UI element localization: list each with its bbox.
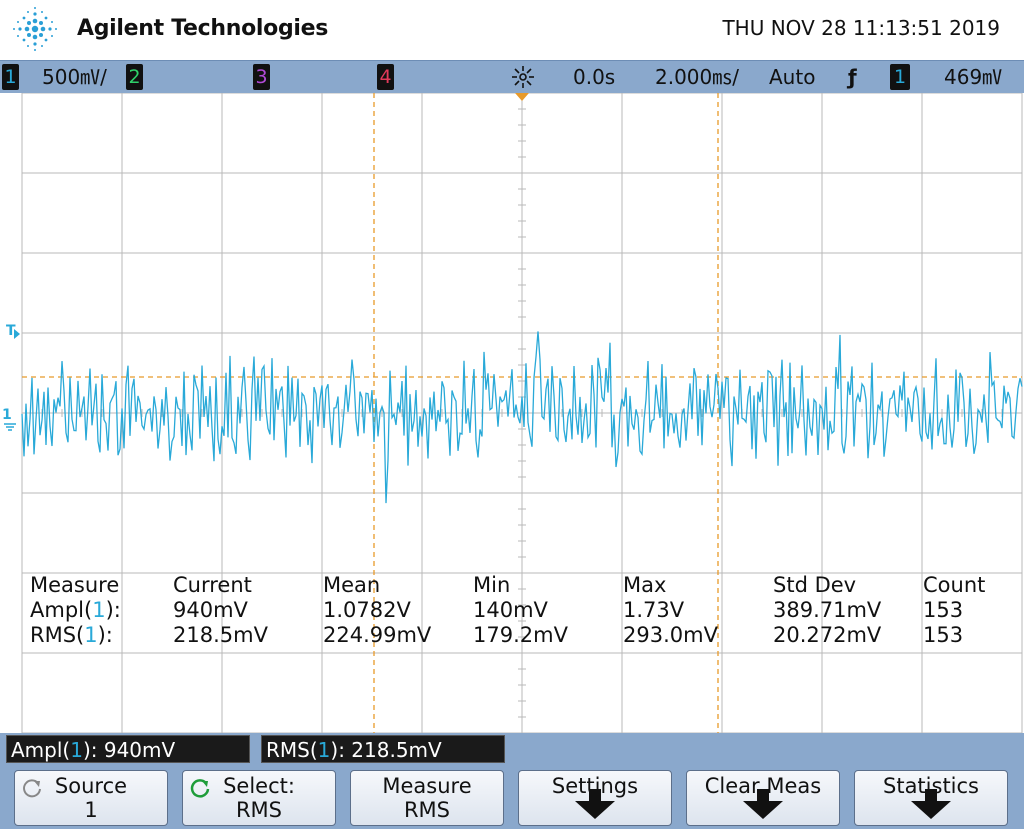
- horizontal-delay[interactable]: 0.0s: [573, 64, 615, 90]
- meas-ampl-current: 940mV: [173, 598, 248, 622]
- down-arrow-icon: [911, 789, 951, 819]
- meas-rms-current: 218.5mV: [173, 623, 268, 647]
- measure-softkey[interactable]: Measure RMS: [350, 770, 504, 826]
- trigger-level-arrow-icon: [14, 329, 20, 339]
- trigger-slope-icon: ƒ: [848, 65, 857, 89]
- select-softkey-label: Select:: [223, 774, 295, 798]
- channel-1-badge[interactable]: 1: [2, 64, 19, 90]
- settings-softkey[interactable]: Settings: [518, 770, 672, 826]
- source-softkey-value: 1: [84, 798, 98, 822]
- trigger-level[interactable]: 469㎷: [944, 64, 1002, 90]
- timebase-scale[interactable]: 2.000㎳/: [655, 64, 739, 90]
- select-softkey[interactable]: Select: RMS: [182, 770, 336, 826]
- measure-softkey-value: RMS: [403, 798, 451, 822]
- meas-header-current: Current: [173, 573, 252, 597]
- down-arrow-icon: [575, 789, 615, 819]
- channel-1-ground-marker: 1: [2, 407, 12, 423]
- meas-header-mean: Mean: [323, 573, 381, 597]
- source-softkey-label: Source: [54, 774, 128, 798]
- status-bar: 1 500㎷/ 2 3 4 0.0s 2.000㎳/ Auto ƒ 1 469㎷: [0, 60, 1024, 94]
- meas-rms-std-dev: 20.272mV: [773, 623, 882, 647]
- meas-header-measure: Measure: [30, 573, 120, 597]
- meas-rms-min: 179.2mV: [473, 623, 568, 647]
- meas-rms-mean: 224.99mV: [323, 623, 432, 647]
- horizontal-delay-icon: [512, 66, 534, 88]
- level-markers: T1: [2, 323, 20, 431]
- meas-rms-count: 153: [923, 623, 964, 647]
- agilent-spark-logo-icon: [13, 7, 57, 51]
- statistics-softkey[interactable]: Statistics: [854, 770, 1008, 826]
- meas-header-max: Max: [623, 573, 667, 597]
- meas-header-min: Min: [473, 573, 511, 597]
- brand-name: Agilent Technologies: [77, 16, 329, 41]
- down-arrow-icon: [743, 789, 783, 819]
- source-softkey[interactable]: Source 1: [14, 770, 168, 826]
- trigger-source-badge[interactable]: 1: [890, 64, 910, 90]
- trigger-mode[interactable]: Auto: [769, 64, 815, 90]
- meas-ampl-std-dev: 389.71mV: [773, 598, 882, 622]
- softkey-bar: Source 1 Select: RMS Measure RMS Setting…: [0, 765, 1024, 829]
- meas-row-ampl-label: Ampl(1):: [30, 598, 121, 622]
- clear-meas-softkey[interactable]: Clear Meas: [686, 770, 840, 826]
- meas-ampl-max: 1.73V: [623, 598, 685, 622]
- header-bar: Agilent Technologies THU NOV 28 11:13:51…: [0, 0, 1024, 60]
- readout-ampl[interactable]: Ampl(1): 940mV: [6, 735, 250, 763]
- meas-header-count: Count: [923, 573, 986, 597]
- meas-rms-max: 293.0mV: [623, 623, 718, 647]
- meas-ampl-count: 153: [923, 598, 964, 622]
- channel-3-badge[interactable]: 3: [253, 64, 270, 90]
- channel-1-scale[interactable]: 500㎷/: [42, 64, 107, 90]
- meas-header-std-dev: Std Dev: [773, 573, 857, 597]
- readout-rms[interactable]: RMS(1): 218.5mV: [261, 735, 505, 763]
- date-time: THU NOV 28 11:13:51 2019: [722, 16, 1000, 40]
- measure-softkey-label: Measure: [382, 774, 472, 798]
- measurement-readout-bar: Ampl(1): 940mV RMS(1): 218.5mV: [0, 733, 1024, 765]
- meas-row-rms-label: RMS(1):: [30, 623, 113, 647]
- trigger-position-icon: [515, 93, 529, 101]
- channel-2-badge[interactable]: 2: [126, 64, 143, 90]
- meas-ampl-min: 140mV: [473, 598, 548, 622]
- select-softkey-value: RMS: [235, 798, 283, 822]
- waveform-display[interactable]: T1 Measure Current Mean Min Max Std Dev …: [0, 93, 1024, 733]
- meas-ampl-mean: 1.0782V: [323, 598, 411, 622]
- channel-4-badge[interactable]: 4: [377, 64, 394, 90]
